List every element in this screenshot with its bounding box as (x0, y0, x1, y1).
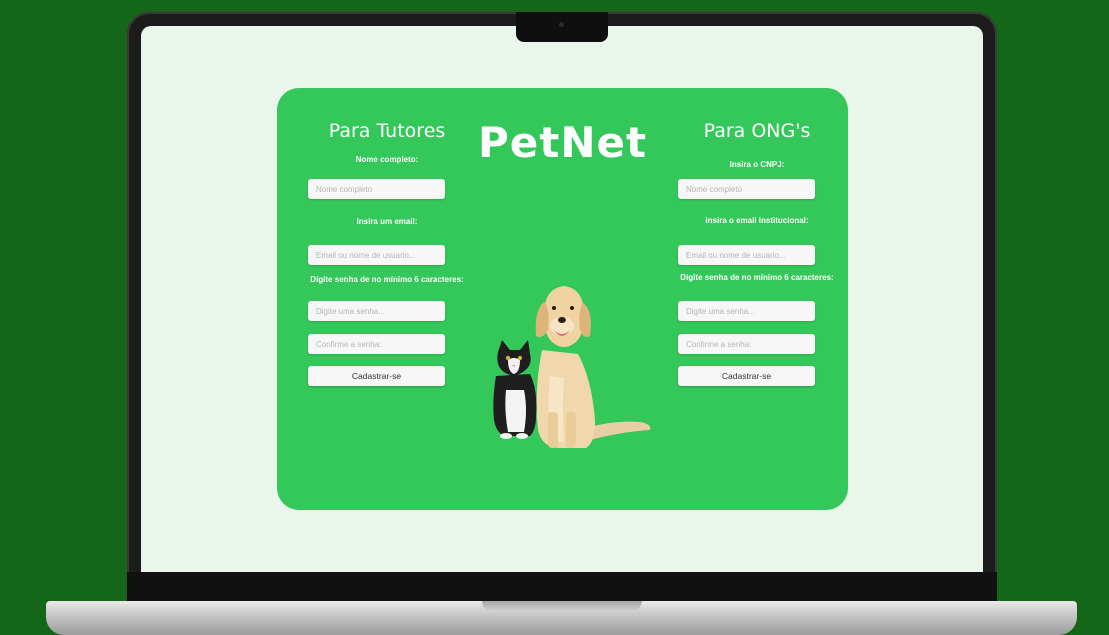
tutores-senha-input[interactable] (308, 301, 445, 321)
ongs-cnpj-input[interactable] (678, 179, 815, 199)
laptop-groove (482, 601, 642, 611)
ongs-senha-label: Digite senha de no mínimo 6 caracteres: (680, 273, 834, 282)
tutores-nome-input[interactable] (308, 179, 445, 199)
tutores-email-input[interactable] (308, 245, 445, 265)
tutores-senha-label: Digite senha de no mínimo 6 caracteres: (310, 275, 464, 284)
ongs-email-label: Insira o email institucional: (705, 216, 809, 225)
cat-icon (493, 340, 537, 439)
tutores-email-label: Insira um email: (356, 217, 418, 226)
ongs-submit-button[interactable]: Cadastrar-se (678, 366, 815, 386)
tutores-nome-label: Nome completo: (355, 155, 419, 164)
tutores-submit-button[interactable]: Cadastrar-se (308, 366, 445, 386)
laptop-base (46, 601, 1077, 635)
dog-icon (535, 286, 651, 448)
ongs-form: Para ONG's Insira o CNPJ: Insira o email… (669, 120, 845, 386)
ongs-senha-input[interactable] (678, 301, 815, 321)
camera-notch (516, 12, 608, 42)
tutores-form: Para Tutores Nome completo: Insira um em… (299, 120, 475, 386)
screen-bezel (127, 572, 997, 602)
signup-card: PetNet Para Tutores Nome completo: Insir… (277, 88, 848, 510)
ongs-confirm-input[interactable] (678, 334, 815, 354)
camera-icon (559, 22, 564, 27)
tutores-confirm-input[interactable] (308, 334, 445, 354)
ongs-cnpj-label: Insira o CNPJ: (729, 160, 785, 169)
tutores-title: Para Tutores (328, 120, 446, 142)
ongs-title: Para ONG's (703, 120, 811, 142)
pets-illustration (493, 286, 651, 448)
ongs-email-input[interactable] (678, 245, 815, 265)
